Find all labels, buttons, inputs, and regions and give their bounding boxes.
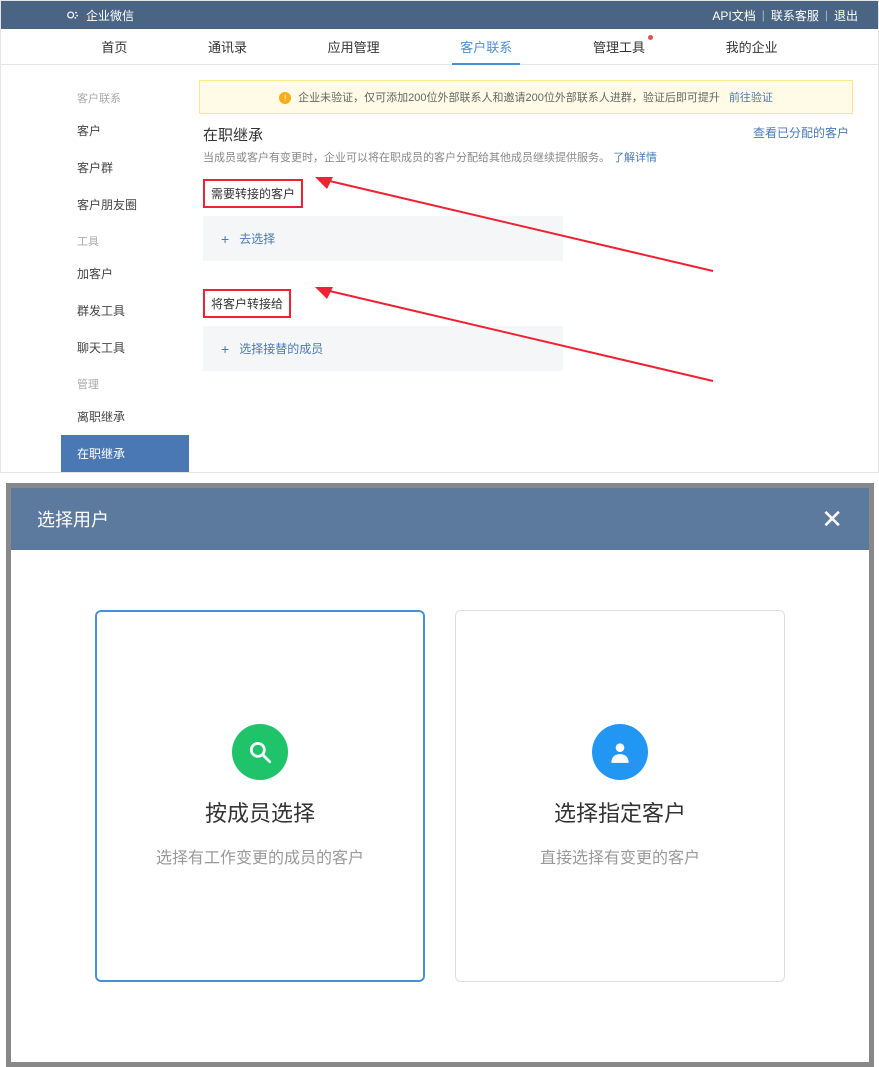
select-user-dialog: 选择用户 ✕ 按成员选择 选择有工作变更的成员的客户 选择指定客户 直接选择有变… — [11, 488, 869, 1062]
link-support[interactable]: 联系客服 — [771, 7, 819, 24]
sidebar-item[interactable]: 离职继承 — [61, 398, 189, 435]
dialog-title: 选择用户 — [37, 506, 109, 532]
header-links: API文档 | 联系客服 | 退出 — [712, 7, 858, 24]
nav-customers[interactable]: 客户联系 — [452, 29, 520, 64]
dialog-header: 选择用户 ✕ — [11, 488, 869, 550]
card-by-customer[interactable]: 选择指定客户 直接选择有变更的客户 — [455, 610, 785, 982]
card-desc: 选择有工作变更的成员的客户 — [156, 844, 364, 868]
card-desc: 直接选择有变更的客户 — [540, 844, 700, 868]
sidebar-item[interactable]: 加客户 — [61, 255, 189, 292]
dialog-body: 按成员选择 选择有工作变更的成员的客户 选择指定客户 直接选择有变更的客户 — [11, 550, 869, 1062]
alert-link[interactable]: 前往验证 — [729, 92, 773, 104]
link-logout[interactable]: 退出 — [834, 7, 858, 24]
sidebar-item[interactable]: 客户朋友圈 — [61, 186, 189, 223]
page-title: 在职继承 — [203, 124, 657, 145]
sidebar-item[interactable]: 聊天工具 — [61, 329, 189, 366]
view-assigned-link[interactable]: 查看已分配的客户 — [753, 124, 849, 141]
link-api-docs[interactable]: API文档 — [712, 7, 755, 24]
content-area: 客户联系客户客户群客户朋友圈工具加客户群发工具聊天工具管理离职继承在职继承 ! … — [1, 65, 878, 472]
section1-label: 需要转接的客户 — [203, 179, 303, 208]
search-icon — [232, 724, 288, 780]
verify-alert: ! 企业未验证，仅可添加200位外部联系人和邀请200位外部联系人进群，验证后即… — [199, 80, 853, 114]
plus-icon: + — [221, 231, 229, 247]
nav-home[interactable]: 首页 — [93, 29, 135, 64]
sidebar-item[interactable]: 客户 — [61, 112, 189, 149]
select-member-button[interactable]: + 选择接替的成员 — [203, 326, 563, 371]
sidebar-group-title: 工具 — [61, 223, 189, 255]
card-title: 按成员选择 — [205, 796, 315, 828]
person-icon — [592, 724, 648, 780]
sidebar: 客户联系客户客户群客户朋友圈工具加客户群发工具聊天工具管理离职继承在职继承 — [61, 80, 189, 472]
page-header: 在职继承 当成员或客户有变更时，企业可以将在职成员的客户分配给其他成员继续提供服… — [203, 124, 849, 165]
sidebar-group-title: 客户联系 — [61, 80, 189, 112]
top-header: 企业微信 API文档 | 联系客服 | 退出 — [1, 1, 878, 29]
select-customers-button[interactable]: + 去选择 — [203, 216, 563, 261]
alert-text: 企业未验证，仅可添加200位外部联系人和邀请200位外部联系人进群，验证后即可提… — [298, 92, 720, 104]
admin-panel: 企业微信 API文档 | 联系客服 | 退出 首页 通讯录 应用管理 客户联系 … — [0, 0, 879, 473]
nav-company[interactable]: 我的企业 — [718, 29, 786, 64]
brand-text: 企业微信 — [86, 7, 134, 24]
sidebar-item[interactable]: 群发工具 — [61, 292, 189, 329]
brand: 企业微信 — [66, 7, 134, 24]
main-nav: 首页 通讯录 应用管理 客户联系 管理工具 我的企业 — [1, 29, 878, 65]
warning-icon: ! — [279, 92, 291, 104]
section-customers: 需要转接的客户 + 去选择 — [203, 179, 849, 261]
nav-tools[interactable]: 管理工具 — [585, 29, 653, 64]
plus-icon: + — [221, 341, 229, 357]
nav-contacts[interactable]: 通讯录 — [200, 29, 255, 64]
brand-icon — [66, 8, 80, 22]
learn-more-link[interactable]: 了解详情 — [613, 152, 657, 164]
sidebar-group-title: 管理 — [61, 366, 189, 398]
dialog-container: 选择用户 ✕ 按成员选择 选择有工作变更的成员的客户 选择指定客户 直接选择有变… — [6, 483, 874, 1067]
sidebar-item[interactable]: 客户群 — [61, 149, 189, 186]
card-by-member[interactable]: 按成员选择 选择有工作变更的成员的客户 — [95, 610, 425, 982]
section-transfer-to: 将客户转接给 + 选择接替的成员 — [203, 289, 849, 371]
nav-apps[interactable]: 应用管理 — [320, 29, 388, 64]
sidebar-item[interactable]: 在职继承 — [61, 435, 189, 472]
section2-label: 将客户转接给 — [203, 289, 291, 318]
main-content: ! 企业未验证，仅可添加200位外部联系人和邀请200位外部联系人进群，验证后即… — [189, 80, 863, 472]
card-title: 选择指定客户 — [554, 796, 686, 828]
page-desc: 当成员或客户有变更时，企业可以将在职成员的客户分配给其他成员继续提供服务。 了解… — [203, 149, 657, 165]
close-icon[interactable]: ✕ — [821, 504, 843, 535]
